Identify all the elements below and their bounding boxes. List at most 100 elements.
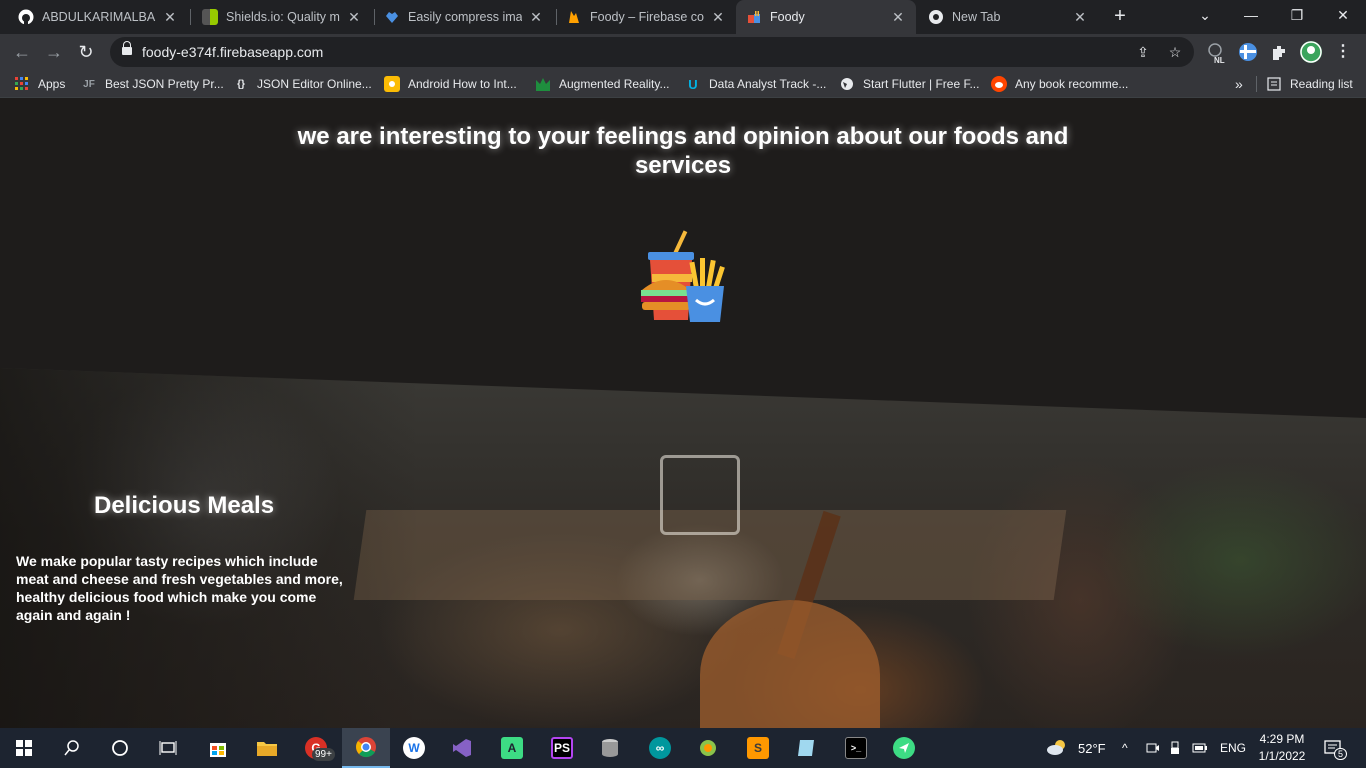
database-icon — [599, 737, 621, 759]
terminal-button[interactable]: >_ — [832, 728, 880, 768]
sublime-icon: S — [747, 737, 769, 759]
notes-app-button[interactable] — [782, 728, 830, 768]
arduino-button[interactable]: ∞ — [636, 728, 684, 768]
notes-icon — [795, 737, 817, 759]
bookmarks-overflow-button[interactable]: » — [1235, 76, 1243, 92]
bookmark-ar[interactable]: Augmented Reality... — [535, 76, 670, 92]
notification-count: 5 — [1334, 748, 1348, 760]
bookmark-json-editor[interactable]: {} JSON Editor Online... — [233, 76, 372, 92]
bookmark-label: JSON Editor Online... — [257, 77, 372, 91]
battery-icon[interactable] — [1192, 728, 1208, 768]
search-button[interactable] — [48, 728, 96, 768]
share-icon[interactable]: ⇪ — [1134, 43, 1152, 61]
tab-foody[interactable]: Foody ✕ — [736, 0, 916, 34]
windows-taskbar: G 99+ W A PS ∞ S >_ — [0, 728, 1366, 768]
microsoft-store-button[interactable] — [194, 728, 242, 768]
bookmark-label: Augmented Reality... — [559, 77, 670, 91]
forward-button[interactable]: → — [42, 40, 66, 64]
bookmark-reddit[interactable]: Any book recomme... — [991, 76, 1128, 92]
weather-temp: 52°F — [1078, 740, 1106, 756]
close-tab-icon[interactable]: ✕ — [710, 9, 726, 26]
snail-app-button[interactable] — [684, 728, 732, 768]
android-studio-button[interactable]: A — [488, 728, 536, 768]
tab-compress[interactable]: Easily compress image ✕ — [374, 0, 554, 34]
tab-title: Foody — [770, 10, 805, 24]
wordpad-button[interactable]: W — [390, 728, 438, 768]
tray-overflow-button[interactable]: ^ — [1122, 728, 1128, 768]
close-tab-icon[interactable]: ✕ — [890, 9, 906, 26]
close-tab-icon[interactable]: ✕ — [162, 9, 178, 26]
bookmark-label: Android How to Int... — [408, 77, 517, 91]
file-explorer-button[interactable] — [243, 728, 291, 768]
new-tab-button[interactable]: + — [1108, 4, 1132, 28]
photo-shade — [0, 368, 420, 728]
weather-widget[interactable]: 52°F — [1046, 728, 1106, 768]
tab-title: ABDULKARIMALBAIK/ — [42, 10, 156, 24]
close-window-button[interactable]: ✕ — [1320, 0, 1366, 30]
task-view-button[interactable] — [144, 728, 192, 768]
menu-kebab-icon[interactable]: ⋮ — [1332, 41, 1354, 63]
gmail-button[interactable]: G 99+ — [292, 728, 340, 768]
arduino-icon: ∞ — [649, 737, 671, 759]
bookmark-apps[interactable]: Apps — [14, 76, 65, 92]
tray-usb-icon[interactable] — [1170, 728, 1180, 768]
back-button[interactable]: ← — [10, 40, 34, 64]
close-tab-icon[interactable]: ✕ — [1072, 9, 1088, 26]
bookmark-label: Data Analyst Track -... — [709, 77, 827, 91]
action-center-button[interactable]: 5 — [1324, 728, 1348, 768]
visual-studio-button[interactable] — [438, 728, 486, 768]
bookmark-android[interactable]: Android How to Int... — [384, 76, 517, 92]
reload-button[interactable]: ↻ — [74, 40, 98, 64]
tab-title: Easily compress image — [408, 10, 522, 24]
reading-list-button[interactable]: Reading list — [1266, 76, 1353, 92]
tab-strip: ABDULKARIMALBAIK/ ✕ Shields.io: Quality … — [0, 0, 1366, 34]
system-clock[interactable]: 4:29 PM 1/1/2022 — [1252, 731, 1312, 765]
phpstorm-button[interactable]: PS — [538, 728, 586, 768]
clock-time: 4:29 PM — [1259, 732, 1305, 746]
bookmark-label: Apps — [38, 77, 66, 91]
bookmark-star-icon[interactable]: ☆ — [1166, 43, 1184, 61]
tab-new-tab[interactable]: New Tab ✕ — [918, 0, 1098, 34]
bookmark-json-pretty[interactable]: JF Best JSON Pretty Pr... — [81, 76, 224, 92]
cortana-button[interactable] — [96, 728, 144, 768]
chevron-up-icon: ^ — [1122, 741, 1128, 755]
bookmarks-bar: Apps JF Best JSON Pretty Pr... {} JSON E… — [0, 70, 1366, 98]
sublime-text-button[interactable]: S — [734, 728, 782, 768]
extension-finland-flag-icon[interactable] — [1237, 41, 1259, 63]
bookmark-label: Start Flutter | Free F... — [863, 77, 980, 91]
bookmarks-separator — [1256, 76, 1257, 92]
tray-meet-icon[interactable] — [1146, 728, 1160, 768]
shields-icon — [202, 9, 218, 25]
tab-firebase[interactable]: Foody – Firebase cons ✕ — [556, 0, 736, 34]
android-studio-icon: A — [501, 737, 523, 759]
photo-lantern — [660, 455, 740, 535]
close-tab-icon[interactable]: ✕ — [528, 9, 544, 26]
extensions-puzzle-icon[interactable] — [1268, 41, 1290, 63]
reading-list-label: Reading list — [1290, 77, 1353, 91]
fast-food-icon — [638, 230, 728, 326]
minimize-button[interactable]: — — [1228, 0, 1274, 30]
dinner-party-photo — [0, 368, 1366, 728]
tab-github[interactable]: ABDULKARIMALBAIK/ ✕ — [8, 0, 188, 34]
lock-icon — [122, 41, 132, 57]
reading-list-icon — [1266, 76, 1282, 92]
clock-date: 1/1/2022 — [1258, 749, 1306, 763]
folder-icon — [256, 737, 278, 759]
document-app-icon: W — [403, 737, 425, 759]
tab-shields[interactable]: Shields.io: Quality met ✕ — [192, 0, 372, 34]
start-button[interactable] — [0, 728, 48, 768]
address-bar[interactable]: foody-e374f.firebaseapp.com ⇪ ☆ — [110, 37, 1194, 67]
photo-lute — [700, 600, 880, 728]
udacity-icon: U — [688, 76, 698, 92]
chrome-taskbar-button[interactable] — [342, 728, 390, 768]
database-app-button[interactable] — [586, 728, 634, 768]
language-indicator[interactable]: ENG — [1220, 728, 1246, 768]
close-tab-icon[interactable]: ✕ — [346, 9, 362, 26]
tab-search-icon[interactable]: ⌄ — [1182, 0, 1228, 30]
telegram-button[interactable] — [880, 728, 928, 768]
bookmark-flutter[interactable]: Start Flutter | Free F... — [839, 76, 979, 92]
restore-button[interactable]: ❐ — [1274, 0, 1320, 30]
tab-title: New Tab — [952, 10, 1001, 24]
profile-avatar[interactable] — [1300, 41, 1322, 63]
bookmark-udacity[interactable]: U Data Analyst Track -... — [685, 76, 826, 92]
